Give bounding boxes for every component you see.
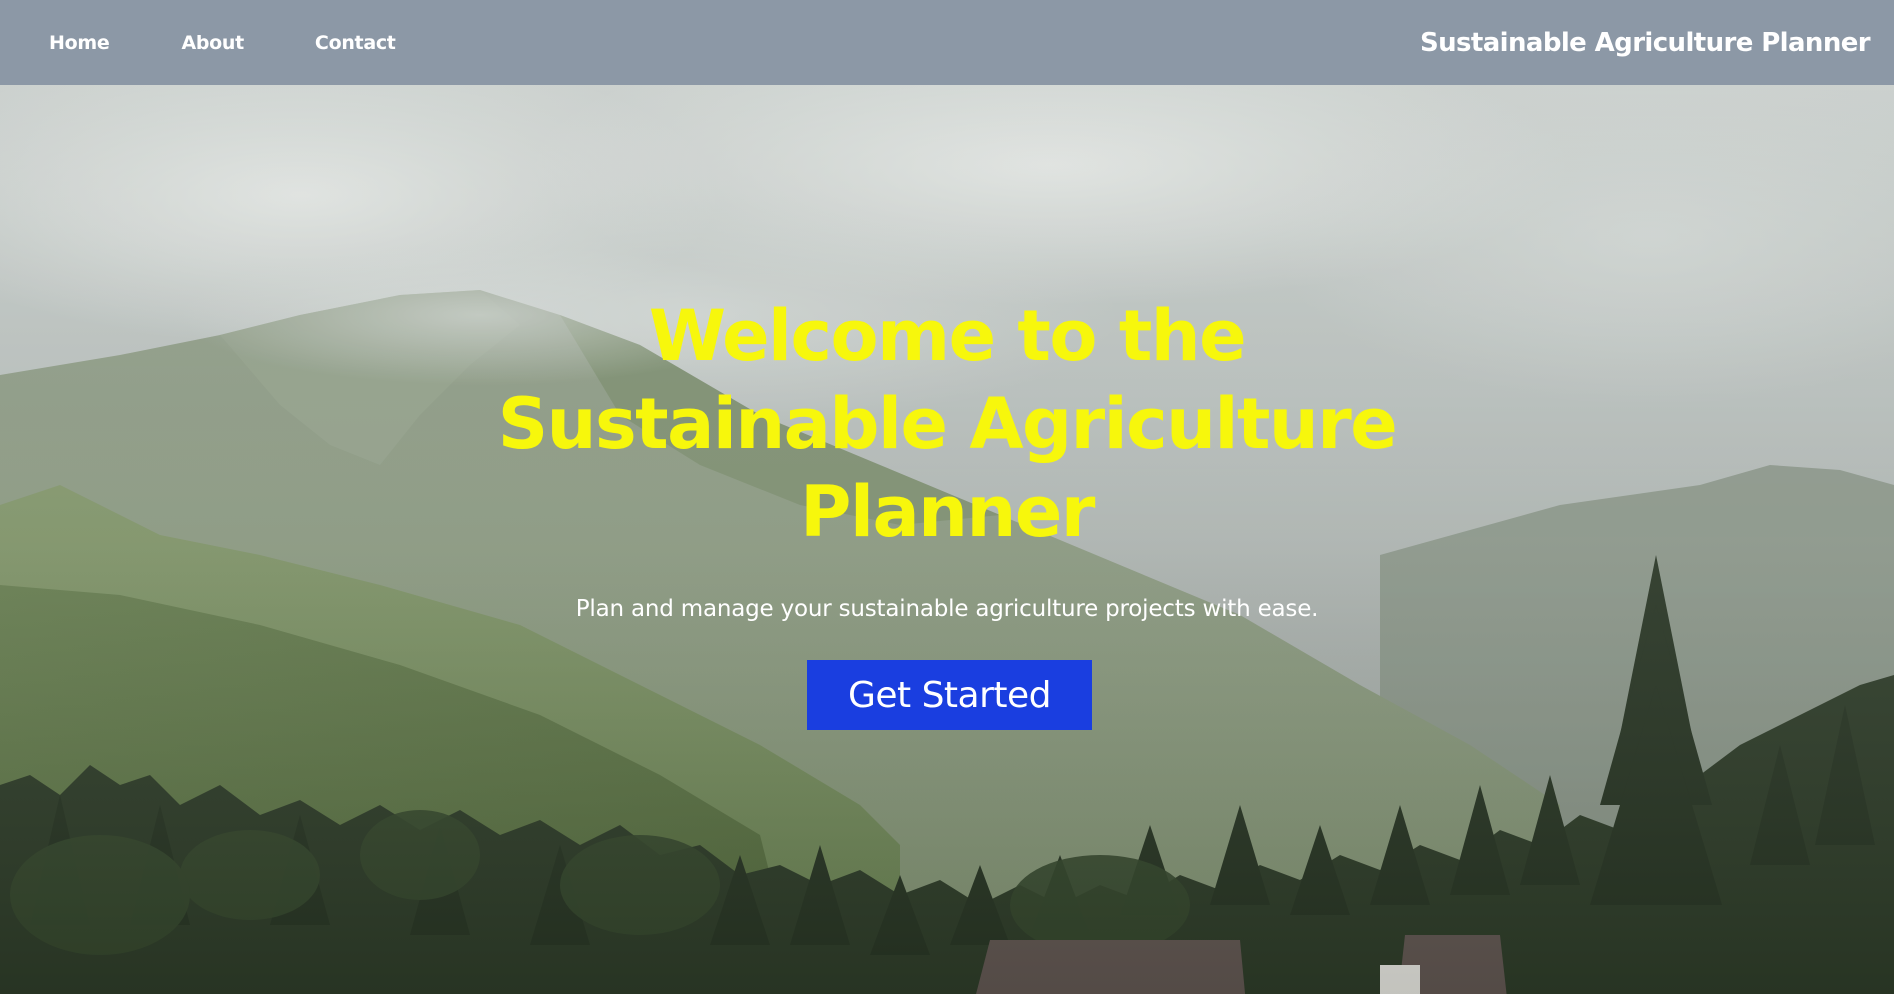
navbar: Home About Contact Sustainable Agricultu…: [0, 0, 1894, 85]
hero-section: Welcome to the Sustainable Agriculture P…: [0, 85, 1894, 994]
get-started-button[interactable]: Get Started: [807, 660, 1092, 730]
nav-link-home[interactable]: Home: [49, 32, 110, 54]
hero-title: Welcome to the Sustainable Agriculture P…: [497, 295, 1398, 553]
nav-link-contact[interactable]: Contact: [315, 32, 396, 54]
nav-link-about[interactable]: About: [181, 32, 244, 54]
page: Home About Contact Sustainable Agricultu…: [0, 0, 1894, 994]
nav-links: Home About Contact: [0, 0, 396, 85]
brand-title: Sustainable Agriculture Planner: [1420, 27, 1871, 58]
hero-subtitle: Plan and manage your sustainable agricul…: [575, 596, 1319, 622]
